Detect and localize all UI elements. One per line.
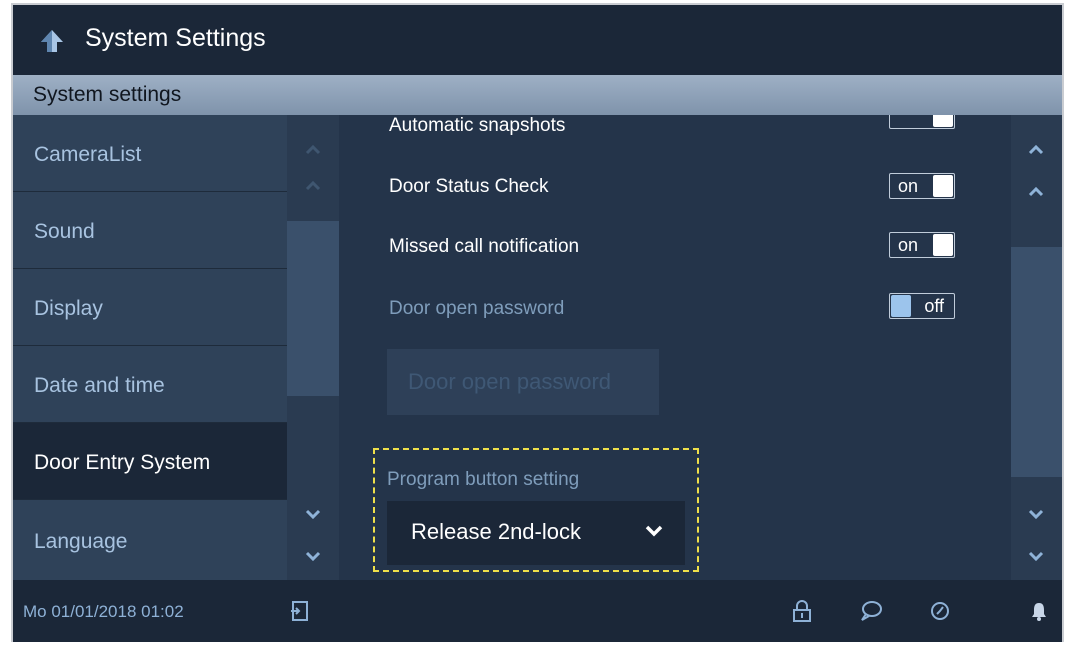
chevron-down-icon: [645, 525, 663, 537]
automatic-snapshots-toggle[interactable]: [889, 115, 955, 129]
door-open-password-label: Door open password: [389, 298, 565, 319]
scroll-down-icon[interactable]: [1028, 509, 1044, 519]
automatic-snapshots-label: Automatic snapshots: [389, 115, 566, 136]
settings-content: Automatic snapshots Door Status Check on…: [339, 115, 1011, 580]
page-title: System Settings: [85, 24, 266, 52]
program-button-dropdown[interactable]: Release 2nd-lock: [387, 501, 685, 565]
nav-item-label: Display: [34, 297, 103, 320]
scroll-page-down-icon[interactable]: [1028, 551, 1044, 561]
door-open-password-button: Door open password: [387, 349, 659, 415]
door-open-password-toggle[interactable]: off: [889, 293, 955, 319]
missed-call-notification-label: Missed call notification: [389, 236, 580, 257]
nav-item-label: Language: [34, 530, 128, 553]
content-scroll-thumb[interactable]: [1011, 247, 1062, 477]
history-icon[interactable]: [929, 600, 951, 622]
settings-nav: CameraList Sound Display Date and time D…: [13, 115, 287, 580]
nav-item-label: Door Entry System: [34, 451, 211, 474]
nav-item-language[interactable]: Language: [13, 500, 287, 576]
scroll-up-icon[interactable]: [305, 145, 321, 155]
toggle-knob: [933, 234, 953, 256]
nav-item-label: Sound: [34, 220, 95, 243]
nav-scroll-thumb[interactable]: [287, 221, 339, 396]
app-window: System Settings System settings CameraLi…: [11, 3, 1064, 642]
scroll-down-icon[interactable]: [305, 509, 321, 519]
nav-item-date-and-time[interactable]: Date and time: [13, 346, 287, 423]
toggle-state: on: [898, 235, 919, 255]
missed-call-notification-toggle[interactable]: on: [889, 232, 955, 258]
section-title: System settings: [33, 83, 182, 106]
toggle-state: off: [924, 296, 944, 316]
lock-icon[interactable]: [791, 600, 813, 622]
scroll-page-up-icon[interactable]: [1028, 187, 1044, 197]
toggle-state: on: [898, 176, 919, 196]
toggle-knob: [933, 175, 953, 197]
status-bar: Mo 01/01/2018 01:02: [13, 580, 1062, 642]
nav-item-cameralist[interactable]: CameraList: [13, 115, 287, 192]
back-arrow-icon[interactable]: [39, 28, 65, 54]
nav-item-label: CameraList: [34, 143, 142, 166]
toggle-knob: [933, 115, 953, 127]
message-icon[interactable]: [859, 600, 883, 622]
nav-item-door-entry-system[interactable]: Door Entry System: [13, 423, 287, 500]
section-header: System settings: [13, 75, 1062, 115]
program-button-setting-label: Program button setting: [387, 469, 580, 490]
nav-item-sound[interactable]: Sound: [13, 192, 287, 269]
title-bar: System Settings: [13, 5, 1062, 75]
nav-scrollbar[interactable]: [287, 115, 339, 580]
scroll-up-icon[interactable]: [1028, 145, 1044, 155]
scroll-page-up-icon[interactable]: [305, 181, 321, 191]
scroll-page-down-icon[interactable]: [305, 551, 321, 561]
bell-icon[interactable]: [1029, 600, 1049, 622]
door-status-check-label: Door Status Check: [389, 176, 549, 197]
nav-item-label: Date and time: [34, 374, 165, 397]
toggle-knob: [891, 295, 911, 317]
dropdown-value: Release 2nd-lock: [411, 519, 581, 544]
date-time: Mo 01/01/2018 01:02: [23, 602, 184, 621]
nav-item-display[interactable]: Display: [13, 269, 287, 346]
exit-icon[interactable]: [289, 600, 311, 622]
door-status-check-toggle[interactable]: on: [889, 173, 955, 199]
content-scrollbar[interactable]: [1011, 115, 1062, 580]
